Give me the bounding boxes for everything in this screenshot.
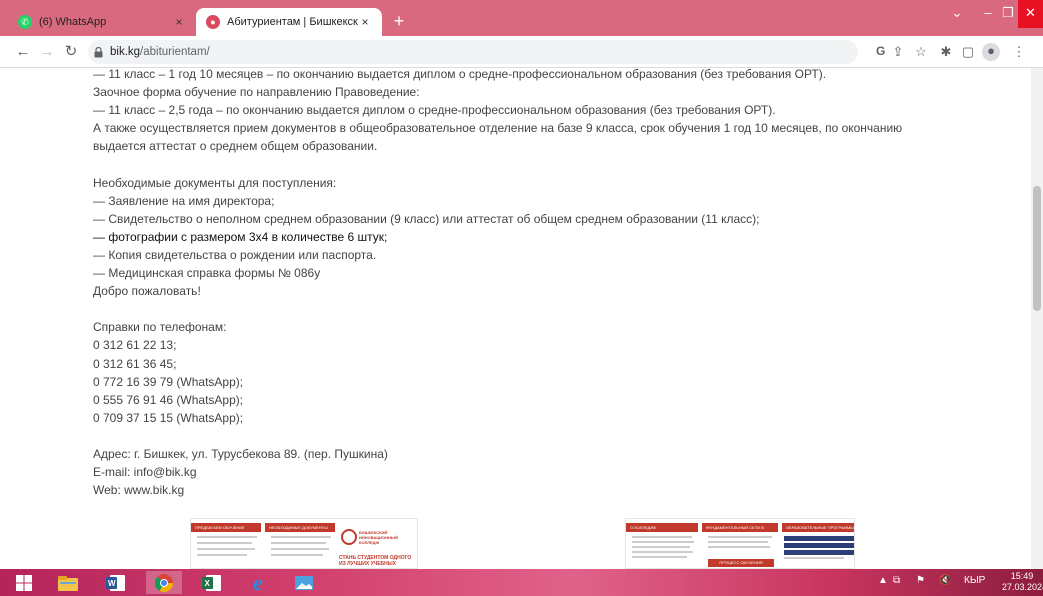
- text-line: — Медицинская справка формы № 086у: [93, 266, 321, 281]
- text-line: Web: www.bik.kg: [93, 483, 185, 498]
- text-line: — Заявление на имя директора;: [93, 193, 275, 208]
- page-content: — 11 класс – 1 год 10 месяцев – по оконч…: [0, 68, 1031, 569]
- browser-toolbar: ← → ↻ bik.kg/abiturientam/ G ⇪ ☆ ✱ ▢ ● ⋮: [0, 36, 1043, 68]
- tab-abiturientam[interactable]: ● Абитуриентам | Бишкекский ин ×: [196, 8, 382, 36]
- action-center-icon[interactable]: ⚑: [916, 575, 925, 586]
- new-tab-button[interactable]: +: [388, 10, 410, 32]
- windows-taskbar: W X e ▲ ⧉ ⚑ 🔇 КЫР 15:49 27.03.2024: [0, 569, 1043, 596]
- text-line: — Свидетельство о неполном среднем образ…: [93, 211, 760, 226]
- text-line: — Копия свидетельства о рождении или пас…: [93, 247, 377, 262]
- clock-date: 27.03.2024: [1002, 582, 1043, 592]
- profile-avatar[interactable]: ●: [982, 43, 1000, 61]
- college-name-line: КОЛЛЕДЖ: [359, 540, 380, 545]
- text-line: 0 555 76 91 46 (WhatsApp);: [93, 392, 244, 407]
- address-bar[interactable]: bik.kg/abiturientam/ G: [88, 40, 885, 64]
- scrollbar-thumb[interactable]: [1033, 186, 1041, 311]
- restore-button[interactable]: ❐: [998, 0, 1018, 28]
- tab-close-button[interactable]: ×: [172, 15, 186, 29]
- side-panel-icon[interactable]: ▢: [960, 44, 976, 60]
- system-clock[interactable]: 15:49 27.03.2024: [1002, 571, 1043, 593]
- clock-time: 15:49: [1010, 571, 1034, 581]
- share-icon[interactable]: ⇪: [890, 44, 906, 60]
- bookmark-star-icon[interactable]: ☆: [913, 44, 929, 60]
- brochure-heading: НЕОБХОДИМЫЕ ДОКУМЕНТЫ: [265, 523, 335, 532]
- brochure-subheading: ПРОЦЕСС ОБУЧЕНИЯ: [708, 559, 774, 567]
- google-lens-icon[interactable]: G: [876, 44, 885, 58]
- brochure-heading: ФУНДАМЕНТАЛЬНЫЙ СЕТИ В КОЛЛЕДЖЕ: [702, 523, 778, 539]
- text-line: E-mail: info@bik.kg: [93, 465, 197, 480]
- tab-title: (6) WhatsApp: [39, 16, 107, 28]
- text-line: Необходимые документы для поступления:: [93, 175, 337, 190]
- tab-title: Абитуриентам | Бишкекский ин: [227, 16, 358, 28]
- internet-explorer-icon[interactable]: e: [240, 570, 276, 595]
- excel-icon[interactable]: X: [194, 571, 230, 594]
- brochure-image-right: О КОЛЛЕДЖЕ ФУНДАМЕНТАЛЬНЫЙ СЕТИ В КОЛЛЕД…: [625, 518, 855, 569]
- text-line: Адрес: г. Бишкек, ул. Турусбекова 89. (п…: [93, 446, 388, 461]
- slogan-line: ИЗ ЛУЧШИХ УЧЕБНЫХ: [339, 561, 396, 567]
- text-line: — 11 класс – 1 год 10 месяцев – по оконч…: [93, 68, 827, 81]
- file-explorer-icon[interactable]: [50, 571, 86, 594]
- brochure-image-left: ПРЕДЛАГАЕМ ОБУЧЕНИЕ НЕОБХОДИМЫЕ ДОКУМЕНТ…: [190, 518, 418, 569]
- text-line: 0 772 16 39 79 (WhatsApp);: [93, 374, 244, 389]
- network-icon[interactable]: ⧉: [893, 575, 900, 586]
- text-line: 0 709 37 15 15 (WhatsApp);: [93, 410, 244, 425]
- text-line: 0 312 61 22 13;: [93, 338, 177, 353]
- lock-icon: [94, 46, 103, 57]
- back-button[interactable]: ←: [12, 41, 34, 63]
- tab-close-button[interactable]: ×: [358, 15, 372, 29]
- extensions-icon[interactable]: ✱: [938, 44, 954, 60]
- volume-icon[interactable]: 🔇: [939, 575, 951, 586]
- admission-text: — 11 класс – 1 год 10 месяцев – по оконч…: [93, 68, 953, 499]
- chrome-icon[interactable]: [146, 571, 182, 594]
- language-indicator[interactable]: КЫР: [964, 575, 985, 586]
- windows-start-icon[interactable]: [6, 571, 42, 594]
- text-line: выдается аттестат о среднем общем образо…: [93, 139, 378, 154]
- college-emblem-icon: [341, 529, 357, 545]
- forward-button[interactable]: →: [36, 41, 58, 63]
- text-line: Заочное форма обучение по направлению Пр…: [93, 85, 420, 100]
- text-line: А также осуществляется прием документов …: [93, 121, 903, 136]
- svg-text:X: X: [205, 579, 211, 588]
- reload-button[interactable]: ↻: [60, 41, 82, 63]
- menu-kebab-icon[interactable]: ⋮: [1011, 44, 1027, 60]
- brochure-heading: О КОЛЛЕДЖЕ: [626, 523, 698, 532]
- page-scrollbar[interactable]: [1031, 68, 1043, 569]
- close-window-button[interactable]: ✕: [1018, 0, 1043, 28]
- svg-text:W: W: [108, 579, 116, 588]
- url-path: /abiturientam/: [140, 46, 210, 58]
- brochure-heading: ПРЕДЛАГАЕМ ОБУЧЕНИЕ: [191, 523, 261, 532]
- text-line: Справки по телефонам:: [93, 320, 227, 335]
- word-icon[interactable]: W: [98, 571, 134, 594]
- tab-strip: ✆ (6) WhatsApp × ● Абитуриентам | Бишкек…: [0, 0, 1043, 36]
- text-line: — фотографии с размером 3х4 в количестве…: [93, 229, 388, 244]
- tray-expand-icon[interactable]: ▲: [878, 575, 888, 586]
- tab-whatsapp[interactable]: ✆ (6) WhatsApp ×: [8, 8, 196, 36]
- tab-search-button[interactable]: ⌄: [944, 0, 970, 28]
- url-domain: bik.kg: [110, 46, 141, 58]
- photos-icon[interactable]: [286, 571, 322, 594]
- whatsapp-icon: ✆: [18, 15, 32, 29]
- text-line: — 11 класс – 2,5 года – по окончанию выд…: [93, 103, 776, 118]
- minimize-button[interactable]: –: [978, 0, 998, 28]
- text-line: 0 312 61 36 45;: [93, 356, 177, 371]
- text-line: Добро пожаловать!: [93, 284, 201, 299]
- college-logo-icon: ●: [206, 15, 220, 29]
- brochure-heading: ОБРАЗОВАТЕЛЬНЫЕ ПРОГРАММЫ: [782, 523, 854, 532]
